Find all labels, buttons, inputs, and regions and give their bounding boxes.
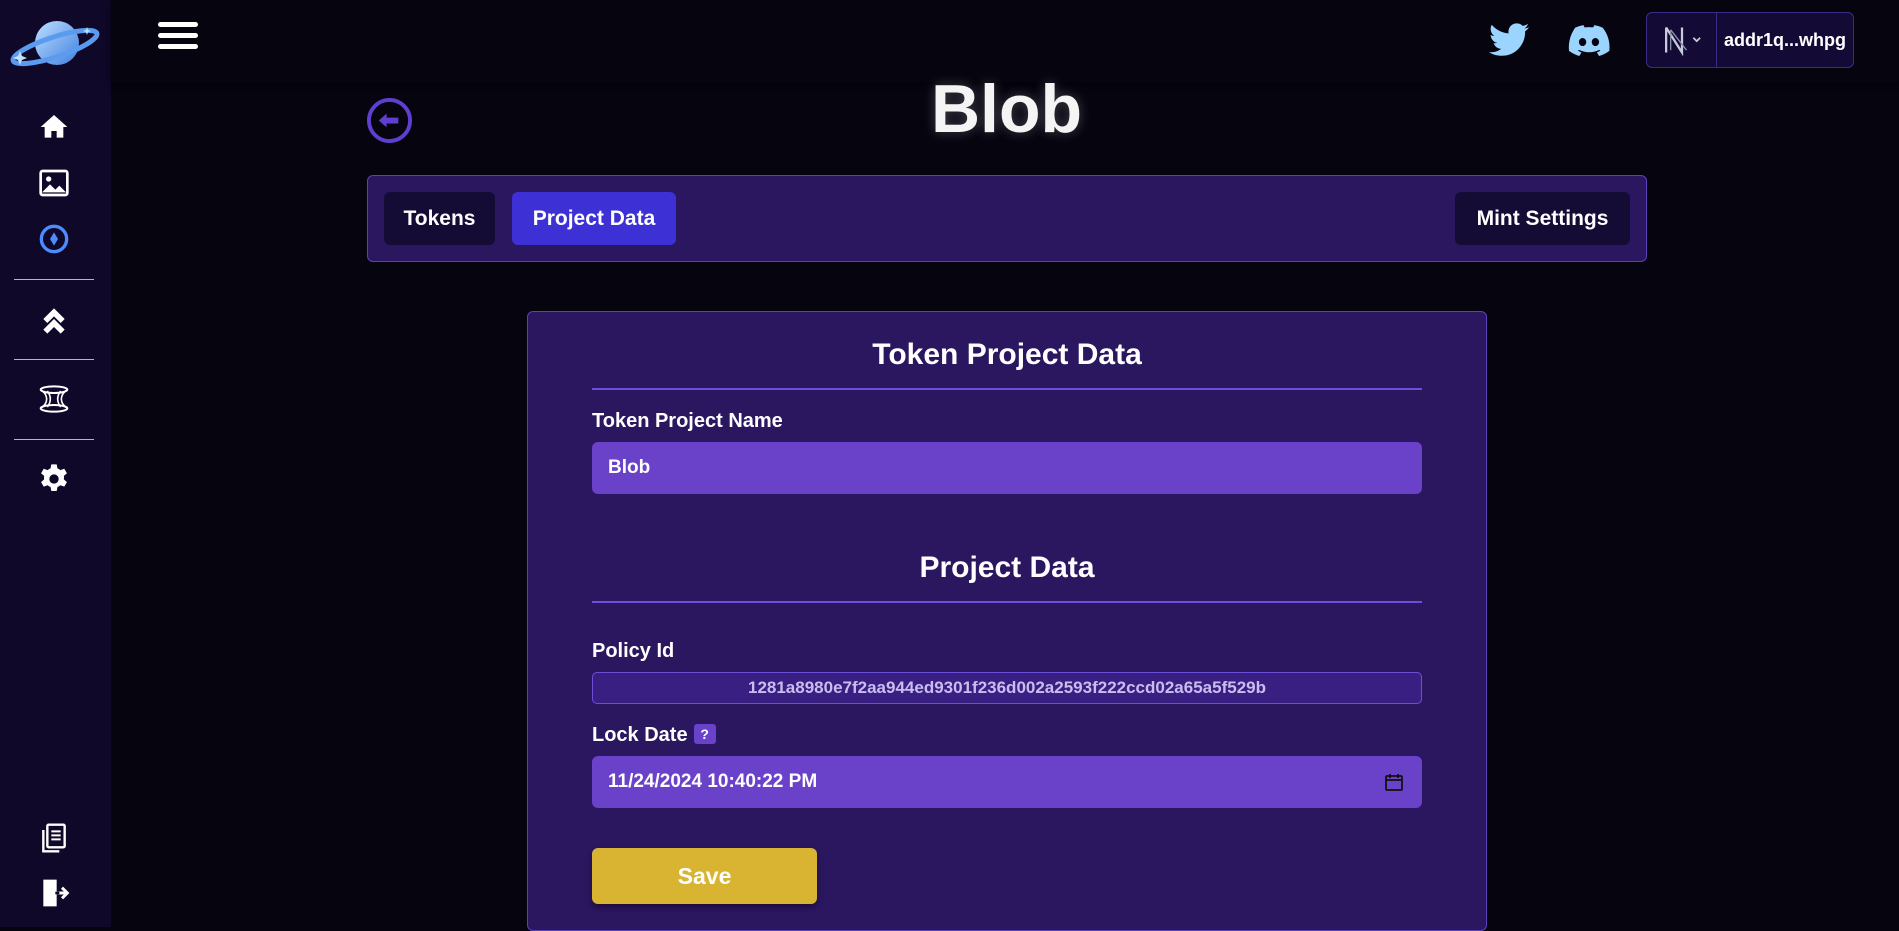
section-title-project-data: Project Data (919, 551, 1095, 584)
wallet-address: addr1q...whpg (1723, 29, 1846, 50)
documents-icon[interactable] (33, 817, 75, 859)
section-divider (592, 388, 1422, 390)
settings-icon[interactable] (33, 458, 75, 500)
calendar-icon[interactable] (1384, 772, 1404, 792)
project-data-card: Token Project Data Token Project Name Bl… (527, 311, 1487, 931)
discord-icon[interactable] (1563, 18, 1615, 62)
tab-bar: Tokens Project Data Mint Settings (367, 175, 1647, 262)
token-project-name-label: Token Project Name (592, 410, 783, 432)
wormhole-icon[interactable] (33, 378, 75, 420)
section-divider (592, 601, 1422, 603)
tab-mint-settings[interactable]: Mint Settings (1455, 192, 1630, 245)
logout-icon[interactable] (33, 872, 75, 914)
sidebar-divider (14, 279, 94, 280)
page-title: Blob (930, 71, 1083, 147)
compass-icon[interactable] (33, 218, 75, 260)
lock-date-input[interactable]: 11/24/2024 10:40:22 PM (592, 756, 1422, 808)
tab-tokens[interactable]: Tokens (384, 192, 495, 245)
chevrons-up-icon[interactable] (33, 298, 75, 340)
lock-date-label-row: Lock Date? (592, 724, 716, 747)
wallet-button[interactable]: addr1q...whpg (1646, 12, 1854, 68)
policy-id-label: Policy Id (592, 640, 675, 662)
tab-project-data[interactable]: Project Data (512, 192, 676, 245)
twitter-icon[interactable] (1483, 18, 1535, 62)
planet-logo-icon[interactable] (8, 16, 102, 72)
sidebar (0, 0, 111, 927)
gallery-icon[interactable] (33, 162, 75, 204)
section-title-token-project-data: Token Project Data (872, 338, 1142, 371)
menu-icon[interactable] (158, 22, 198, 56)
lock-date-value: 11/24/2024 10:40:22 PM (608, 771, 818, 792)
help-badge[interactable]: ? (693, 724, 716, 744)
policy-id-field[interactable]: 1281a8980e7f2aa944ed9301f236d002a2593f22… (592, 672, 1422, 704)
token-project-name-input[interactable]: Blob (592, 442, 1422, 494)
sidebar-divider (14, 439, 94, 440)
sidebar-divider (14, 359, 94, 360)
save-button[interactable]: Save (592, 848, 817, 904)
back-arrow-icon[interactable] (366, 97, 413, 144)
lock-date-label: Lock Date (592, 724, 688, 746)
wallet-icon[interactable] (1647, 13, 1717, 67)
home-icon[interactable] (33, 106, 75, 148)
